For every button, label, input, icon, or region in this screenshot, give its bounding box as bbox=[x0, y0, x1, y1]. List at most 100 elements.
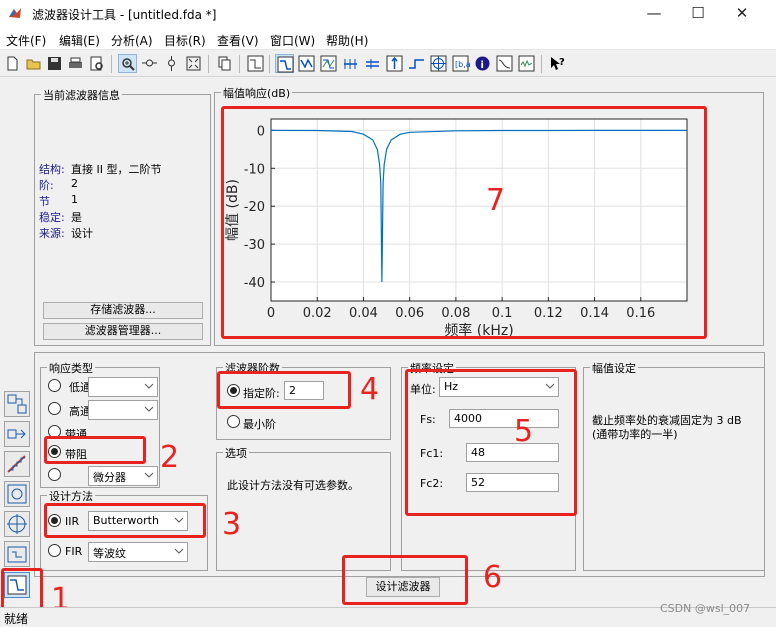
current-filter-info-panel: 当前滤波器信息 结构: 直接 II 型，二阶节 阶: 2 节 1 稳定: 是 来… bbox=[34, 87, 211, 346]
order-label: 阶: bbox=[39, 179, 54, 192]
annotation-box-6 bbox=[342, 555, 468, 605]
magnitude-spec-group: 幅值设定 截止频率处的衰减固定为 3 dB (通带功率的一半) bbox=[583, 360, 765, 571]
new-icon[interactable] bbox=[3, 54, 22, 73]
menu-analysis[interactable]: 分析(A) bbox=[111, 32, 153, 49]
annotation-number-3: 3 bbox=[222, 507, 242, 542]
transform-filter-icon[interactable] bbox=[4, 391, 30, 417]
svg-text:[b,a]: [b,a] bbox=[455, 60, 470, 69]
annotation-number-2: 2 bbox=[160, 440, 180, 475]
annotation-box-5 bbox=[405, 369, 577, 516]
annotation-box-1 bbox=[1, 568, 43, 610]
options-text: 此设计方法没有可选参数。 bbox=[227, 479, 359, 492]
print-preview-icon[interactable] bbox=[87, 54, 106, 73]
response-type-title: 响应类型 bbox=[47, 360, 95, 376]
chevron-down-icon bbox=[144, 406, 154, 412]
minimum-order-label: 最小阶 bbox=[243, 418, 276, 431]
current-filter-info-title: 当前滤波器信息 bbox=[41, 87, 122, 103]
lowpass-radio[interactable] bbox=[48, 379, 61, 392]
differentiator-dropdown[interactable]: 微分器 bbox=[88, 466, 158, 486]
open-icon[interactable] bbox=[24, 54, 43, 73]
fir-method-dropdown[interactable]: 等波纹 bbox=[88, 542, 188, 562]
options-title: 选项 bbox=[223, 445, 249, 461]
create-multirate-icon[interactable] bbox=[4, 421, 30, 447]
stable-value: 是 bbox=[71, 211, 82, 224]
menu-targets[interactable]: 目标(R) bbox=[164, 32, 206, 49]
menu-window[interactable]: 窗口(W) bbox=[270, 32, 315, 49]
pole-zero-icon[interactable] bbox=[429, 54, 448, 73]
status-bar: 就绪 CSDN @wsl_007 bbox=[0, 602, 776, 627]
save-icon[interactable] bbox=[45, 54, 64, 73]
minimum-order-radio[interactable] bbox=[227, 415, 240, 428]
group-delay-icon[interactable] bbox=[341, 54, 360, 73]
zoom-in-icon[interactable] bbox=[118, 54, 137, 73]
menu-view[interactable]: 查看(V) bbox=[217, 32, 259, 49]
toolbar: [b,a] i ? bbox=[0, 51, 776, 77]
maximize-button[interactable]: ☐ bbox=[676, 0, 720, 28]
copy-icon[interactable] bbox=[215, 54, 234, 73]
mag-phase-icon[interactable] bbox=[319, 54, 338, 73]
quantization-icon[interactable] bbox=[4, 451, 30, 477]
filter-designer-window: 滤波器设计工具 - [untitled.fda *] — ☐ ✕ 文件(F) 编… bbox=[0, 0, 776, 627]
whats-this-icon[interactable]: ? bbox=[548, 54, 567, 73]
annotation-box-2 bbox=[44, 436, 146, 464]
sections-label: 节 bbox=[39, 195, 50, 208]
import-filter-icon[interactable] bbox=[4, 541, 30, 567]
zoom-y-icon[interactable] bbox=[162, 54, 181, 73]
svg-text:i: i bbox=[481, 60, 484, 71]
options-group: 选项 此设计方法没有可选参数。 bbox=[216, 445, 391, 571]
close-button[interactable]: ✕ bbox=[720, 0, 764, 28]
menu-help[interactable]: 帮助(H) bbox=[326, 32, 368, 49]
highpass-radio[interactable] bbox=[48, 402, 61, 415]
chevron-down-icon bbox=[174, 548, 184, 554]
pole-zero-editor-icon[interactable] bbox=[4, 511, 30, 537]
structure-label: 结构: bbox=[39, 163, 65, 176]
annotation-box-7 bbox=[221, 106, 707, 339]
lowpass-dropdown[interactable] bbox=[88, 377, 158, 397]
svg-text:?: ? bbox=[559, 57, 565, 68]
annotation-box-3 bbox=[44, 503, 206, 538]
print-icon[interactable] bbox=[66, 54, 85, 73]
fir-radio[interactable] bbox=[48, 544, 61, 557]
differentiator-label: 微分器 bbox=[93, 471, 126, 484]
menu-bar: 文件(F) 编辑(E) 分析(A) 目标(R) 查看(V) 窗口(W) 帮助(H… bbox=[0, 28, 776, 50]
annotation-number-5: 5 bbox=[514, 414, 534, 449]
differentiator-radio[interactable] bbox=[48, 468, 61, 481]
structure-value: 直接 II 型，二阶节 bbox=[71, 163, 162, 176]
highpass-dropdown[interactable] bbox=[88, 400, 158, 420]
stable-label: 稳定: bbox=[39, 211, 65, 224]
matlab-icon bbox=[9, 8, 21, 18]
annotation-box-4 bbox=[217, 371, 351, 409]
magnitude-spec-text: 截止频率处的衰减固定为 3 dB (通带功率的一半) bbox=[592, 414, 742, 441]
filter-manager-button[interactable]: 滤波器管理器... bbox=[43, 323, 203, 340]
watermark-text: CSDN @wsl_007 bbox=[660, 602, 751, 615]
menu-file[interactable]: 文件(F) bbox=[6, 32, 46, 49]
zoom-x-icon[interactable] bbox=[140, 54, 159, 73]
store-filter-button[interactable]: 存储滤波器... bbox=[43, 302, 203, 319]
round-off-noise-icon[interactable] bbox=[517, 54, 536, 73]
magnitude-icon[interactable] bbox=[275, 54, 294, 73]
source-label: 来源: bbox=[39, 227, 65, 240]
realize-model-icon[interactable] bbox=[4, 481, 30, 507]
filter-spec-icon[interactable] bbox=[246, 54, 265, 73]
menu-edit[interactable]: 编辑(E) bbox=[59, 32, 100, 49]
magnitude-spec-title: 幅值设定 bbox=[590, 360, 638, 376]
minimize-button[interactable]: — bbox=[632, 0, 676, 28]
response-type-group: 响应类型 低通 高通 带通 带阻 微分器 bbox=[40, 360, 160, 488]
magnitude-estimate-icon[interactable] bbox=[495, 54, 514, 73]
full-view-icon[interactable] bbox=[184, 54, 203, 73]
phase-icon[interactable] bbox=[297, 54, 316, 73]
info-icon[interactable]: i bbox=[473, 54, 492, 73]
order-value: 2 bbox=[71, 177, 78, 190]
phase-delay-icon[interactable] bbox=[363, 54, 382, 73]
window-title: 滤波器设计工具 - [untitled.fda *] bbox=[32, 8, 217, 22]
step-icon[interactable] bbox=[407, 54, 426, 73]
source-value: 设计 bbox=[71, 227, 93, 240]
design-method-title: 设计方法 bbox=[47, 488, 95, 504]
annotation-number-6: 6 bbox=[483, 560, 503, 595]
annotation-number-7: 7 bbox=[486, 183, 506, 218]
impulse-icon[interactable] bbox=[385, 54, 404, 73]
fir-method-value: 等波纹 bbox=[93, 547, 126, 560]
coefficients-icon[interactable]: [b,a] bbox=[451, 54, 470, 73]
chevron-down-icon bbox=[144, 472, 154, 478]
fir-label: FIR bbox=[65, 545, 83, 558]
